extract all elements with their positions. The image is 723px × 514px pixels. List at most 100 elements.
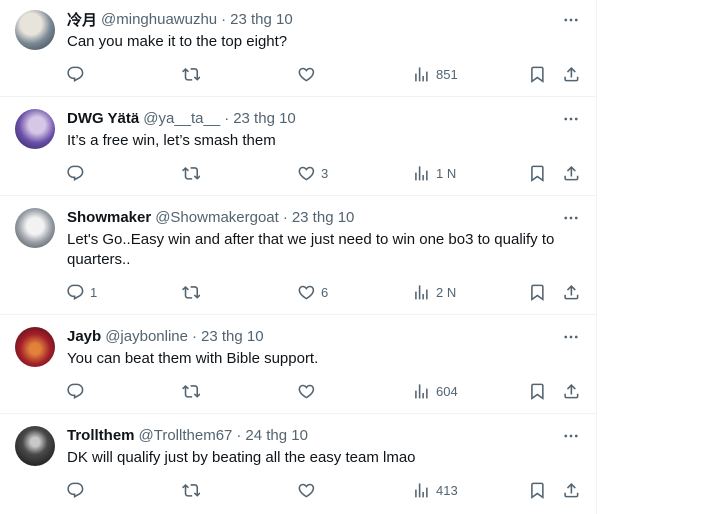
views-count: 604 (436, 383, 458, 399)
like-button[interactable]: 3 (289, 156, 328, 190)
views-count: 2 N (436, 284, 457, 300)
bookmark-button[interactable] (520, 275, 554, 309)
tweet-text: It’s a free win, let’s smash them (67, 132, 276, 149)
bookmark-button[interactable] (520, 374, 554, 408)
avatar[interactable] (15, 426, 55, 466)
avatar[interactable] (15, 327, 55, 367)
heart-icon (289, 156, 323, 190)
tweet-header: Showmaker @Showmakergoat · 23 thg 10 (67, 207, 354, 227)
views-icon (404, 374, 438, 408)
reply-icon (58, 275, 92, 309)
reply-count: 1 (90, 284, 98, 300)
author-handle[interactable]: @jaybonline (105, 328, 188, 345)
reply-button[interactable] (58, 57, 90, 91)
repost-icon (174, 275, 208, 309)
heart-icon (289, 57, 323, 91)
reply-button[interactable] (58, 473, 90, 507)
reply-icon (58, 473, 92, 507)
author-name[interactable]: Jayb (67, 328, 101, 345)
views-count: 413 (436, 482, 458, 498)
bookmark-button[interactable] (520, 156, 554, 190)
views-icon (404, 156, 438, 190)
tweet-date[interactable]: 23 thg 10 (233, 110, 296, 127)
more-icon[interactable] (559, 327, 583, 347)
author-handle[interactable]: @ya__ta__ (143, 110, 220, 127)
author-name[interactable]: Trollthem (67, 427, 135, 444)
share-icon (554, 374, 588, 408)
repost-button[interactable] (174, 275, 206, 309)
tweet-text: Can you make it to the top eight? (67, 33, 288, 50)
tweet-header: 冷月 @minghuawuzhu · 23 thg 10 (67, 9, 293, 29)
repost-icon (174, 473, 208, 507)
reply-button[interactable] (58, 156, 90, 190)
like-button[interactable] (289, 473, 321, 507)
tweet-date[interactable]: 23 thg 10 (230, 11, 293, 28)
share-button[interactable] (554, 275, 588, 309)
more-icon[interactable] (559, 109, 583, 129)
author-handle[interactable]: @Trollthem67 (139, 427, 233, 444)
more-icon[interactable] (559, 10, 583, 30)
heart-icon (289, 473, 323, 507)
views-icon (404, 57, 438, 91)
reply-tweet[interactable]: Trollthem @Trollthem67 · 24 thg 10 DK wi… (0, 414, 597, 514)
repost-button[interactable] (174, 57, 206, 91)
avatar[interactable] (15, 109, 55, 149)
share-button[interactable] (554, 473, 588, 507)
tweet-date[interactable]: 23 thg 10 (201, 328, 264, 345)
author-handle[interactable]: @Showmakergoat (155, 209, 279, 226)
views-button[interactable]: 851 (404, 57, 458, 91)
share-button[interactable] (554, 57, 588, 91)
repost-button[interactable] (174, 156, 206, 190)
bookmark-button[interactable] (520, 473, 554, 507)
views-button[interactable]: 2 N (404, 275, 456, 309)
views-count: 1 N (436, 165, 457, 181)
reply-tweet[interactable]: DWG Yätä @ya__ta__ · 23 thg 10 It’s a fr… (0, 97, 597, 196)
more-icon[interactable] (559, 426, 583, 446)
reply-button[interactable] (58, 374, 90, 408)
reply-tweet[interactable]: Jayb @jaybonline · 23 thg 10 You can bea… (0, 315, 597, 414)
bookmark-icon (520, 57, 554, 91)
share-icon (554, 275, 588, 309)
reply-tweet[interactable]: 冷月 @minghuawuzhu · 23 thg 10 Can you mak… (0, 0, 597, 97)
reply-icon (58, 57, 92, 91)
reply-button[interactable]: 1 (58, 275, 97, 309)
repost-button[interactable] (174, 374, 206, 408)
share-button[interactable] (554, 374, 588, 408)
share-button[interactable] (554, 156, 588, 190)
repost-icon (174, 156, 208, 190)
views-button[interactable]: 604 (404, 374, 458, 408)
bookmark-icon (520, 374, 554, 408)
views-button[interactable]: 1 N (404, 156, 456, 190)
bookmark-button[interactable] (520, 57, 554, 91)
tweet-date[interactable]: 24 thg 10 (245, 427, 308, 444)
tweet-text: You can beat them with Bible support. (67, 350, 319, 367)
views-button[interactable]: 413 (404, 473, 458, 507)
repost-icon (174, 374, 208, 408)
like-button[interactable] (289, 374, 321, 408)
author-name[interactable]: 冷月 (67, 9, 97, 30)
views-count: 851 (436, 66, 458, 82)
repost-button[interactable] (174, 473, 206, 507)
avatar[interactable] (15, 208, 55, 248)
like-count: 3 (321, 165, 329, 181)
separator-dot: · (221, 10, 227, 28)
like-button[interactable] (289, 57, 321, 91)
avatar[interactable] (15, 10, 55, 50)
reply-icon (58, 374, 92, 408)
views-icon (404, 473, 438, 507)
views-icon (404, 275, 438, 309)
more-icon[interactable] (559, 208, 583, 228)
author-name[interactable]: DWG Yätä (67, 110, 139, 127)
bookmark-icon (520, 156, 554, 190)
reply-tweet[interactable]: Showmaker @Showmakergoat · 23 thg 10 Let… (0, 196, 597, 315)
heart-icon (289, 374, 323, 408)
tweet-date[interactable]: 23 thg 10 (292, 209, 355, 226)
heart-icon (289, 275, 323, 309)
bookmark-icon (520, 473, 554, 507)
author-name[interactable]: Showmaker (67, 209, 151, 226)
separator-dot: · (282, 208, 288, 226)
author-handle[interactable]: @minghuawuzhu (101, 11, 217, 28)
tweet-header: Trollthem @Trollthem67 · 24 thg 10 (67, 425, 308, 445)
tweet-actions: 3 1 N (58, 156, 588, 190)
like-button[interactable]: 6 (289, 275, 328, 309)
